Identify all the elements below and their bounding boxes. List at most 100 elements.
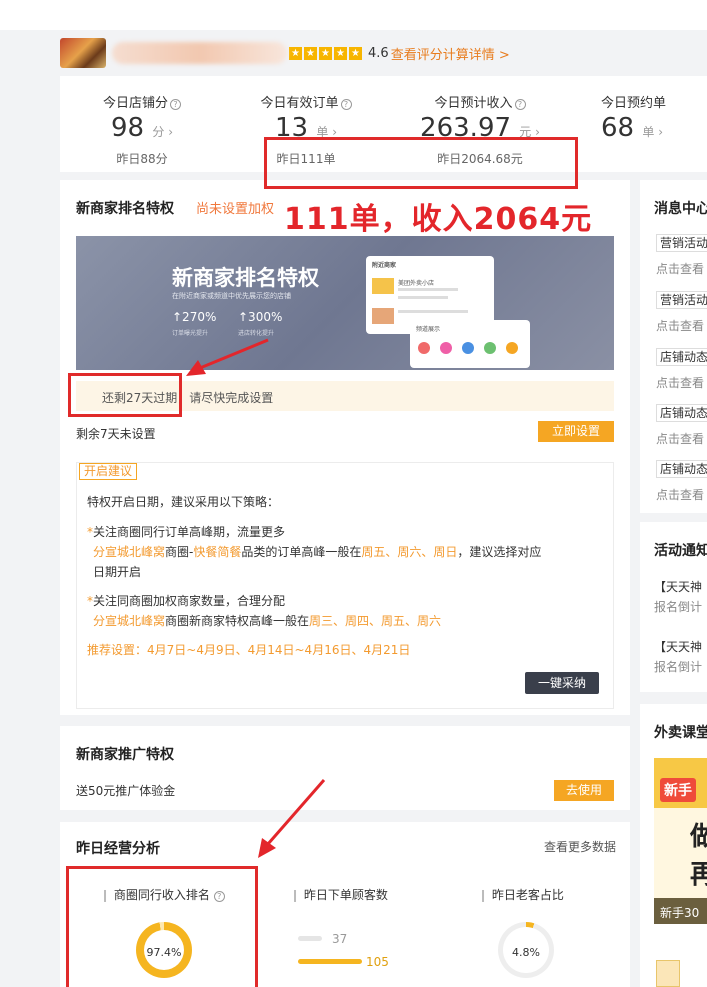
banner-title: 新商家排名特权 <box>172 266 319 290</box>
course-footer: 新手30 <box>660 906 700 920</box>
annotation-box <box>264 137 578 189</box>
use-button[interactable]: 去使用 <box>554 780 614 801</box>
channel-dot <box>418 342 430 354</box>
banner-stat: ↑270% <box>172 310 217 324</box>
message-tag[interactable]: 营销活动 <box>656 291 707 309</box>
promo-text: 送50元推广体验金 <box>76 784 176 798</box>
ranking-banner[interactable]: 新商家排名特权 在附近商家或频道中优先展示您的店铺 ↑270% 订单曝光提升 ↑… <box>76 236 614 370</box>
customers-prev-value: 37 <box>332 932 348 946</box>
course-title: 外卖课堂 <box>654 725 707 741</box>
stat-shop-score[interactable]: 今日店铺分? 98 分 › 昨日88分 <box>62 76 222 167</box>
remain-days: 剩余7天未设置 <box>76 427 156 441</box>
course-card: 外卖课堂 新手 做 再 新手30 <box>640 704 707 987</box>
banner-stat: ↑300% <box>238 310 283 324</box>
mock-image <box>372 308 394 324</box>
banner-subtitle: 在附近商家或频道中优先展示您的店铺 <box>172 292 291 300</box>
activity-countdown: 报名倒计 <box>654 600 703 614</box>
star-icon: ★ <box>334 46 347 60</box>
promo-privilege-card: 新商家推广特权 送50元推广体验金 去使用 <box>60 726 630 810</box>
stat-title: 今日有效订单 <box>260 96 339 111</box>
message-center-card: 消息中心 营销活动 点击查看 营销活动 点击查看 店铺动态 点击查看 店铺动态 … <box>640 180 707 513</box>
shop-name-redacted <box>112 42 287 64</box>
annotation-text: 111单，收入2064元 <box>284 202 593 237</box>
mock-line <box>398 310 468 313</box>
message-tag[interactable]: 店铺动态 <box>656 348 707 366</box>
score-detail-link[interactable]: 查看评分计算详情 > <box>391 44 510 63</box>
mock-header: 附近商家 <box>372 262 397 269</box>
message-tag[interactable]: 店铺动态 <box>656 404 707 422</box>
channel-dot <box>440 342 452 354</box>
help-icon[interactable]: ? <box>340 99 352 110</box>
stat-title: 今日预约单 <box>601 96 667 111</box>
help-icon[interactable]: ? <box>514 99 526 110</box>
metric-returning-title[interactable]: ❙ 昨日老客占比 <box>478 886 564 903</box>
mock-line <box>398 296 448 299</box>
metric-customers-title[interactable]: ❙ 昨日下单顾客数 <box>290 886 388 903</box>
message-tag[interactable]: 营销活动 <box>656 234 707 252</box>
stat-value: 98 <box>111 113 145 143</box>
top-bar <box>0 0 707 30</box>
mock-image <box>372 278 394 294</box>
help-icon[interactable]: ? <box>170 99 181 110</box>
channel-dot <box>506 342 518 354</box>
customers-current-value: 105 <box>366 955 389 969</box>
message-tag[interactable]: 店铺动态 <box>656 460 707 478</box>
annotation-box <box>68 373 182 417</box>
recommend-dates: 推荐设置：4月7日~4月9日、4月14日~4月16日、4月21日 <box>87 643 411 657</box>
shop-avatar[interactable] <box>60 38 106 68</box>
activity-countdown: 报名倒计 <box>654 660 703 674</box>
mock-channel: 频道展示 <box>416 326 441 333</box>
tip-2-title: *关注同商圈加权商家数量，合理分配 <box>87 594 286 608</box>
course-banner[interactable]: 新手 做 再 新手30 <box>654 758 707 924</box>
returning-value: 4.8% <box>512 946 540 959</box>
card-title: 新商家推广特权 <box>76 747 174 763</box>
stat-yesterday: 昨日88分 <box>116 152 168 166</box>
advice-intro: 特权开启日期，建议采用以下策略： <box>87 495 280 509</box>
message-view-link[interactable]: 点击查看 <box>656 317 704 334</box>
mock-shop: 美团外卖小店 <box>398 280 435 287</box>
dashboard-root: { "shop": { "score": "4.6", "score_link"… <box>0 0 707 987</box>
card-title: 昨日经营分析 <box>76 841 160 857</box>
shop-score: 4.6 <box>368 45 389 61</box>
tip-1-title: *关注商圈同行订单高峰期，流量更多 <box>87 525 286 539</box>
stat-value: 68 <box>601 113 635 143</box>
activity-item[interactable]: 【天天神 <box>654 638 702 655</box>
activity-item[interactable]: 【天天神 <box>654 578 702 595</box>
course-thumbnail[interactable] <box>656 960 680 987</box>
activity-notice-card: 活动通知 【天天神 报名倒计 【天天神 报名倒计 <box>640 522 707 692</box>
message-view-link[interactable]: 点击查看 <box>656 374 704 391</box>
star-icon: ★ <box>349 46 362 60</box>
course-big-text: 再 <box>690 860 707 890</box>
shop-header: ★ ★ ★ ★ ★ 4.6 查看评分计算详情 > <box>60 36 630 70</box>
stat-reservations[interactable]: 今日预约单 68 单 › <box>564 76 694 147</box>
ranking-privilege-card: 新商家排名特权 尚未设置加权 新商家排名特权 在附近商家或频道中优先展示您的店铺… <box>60 180 630 715</box>
stat-title: 今日预计收入 <box>434 96 513 111</box>
message-view-link[interactable]: 点击查看 <box>656 260 704 277</box>
set-now-button[interactable]: 立即设置 <box>538 421 614 442</box>
card-title: 新商家排名特权 <box>76 201 174 217</box>
message-view-link[interactable]: 点击查看 <box>656 430 704 447</box>
tip-1-detail: 分宣城北峰窝商圈-快餐简餐品类的订单高峰一般在周五、周六、周日，建议选择对应 <box>93 545 542 559</box>
star-icon: ★ <box>304 46 317 60</box>
advice-box: 开启建议 特权开启日期，建议采用以下策略： *关注商圈同行订单高峰期，流量更多 … <box>76 462 614 709</box>
stat-title: 今日店铺分 <box>102 96 168 111</box>
annotation-box <box>66 866 258 987</box>
message-view-link[interactable]: 点击查看 <box>656 486 704 503</box>
tip-1-detail-2: 日期开启 <box>93 565 142 579</box>
mock-line <box>398 288 458 291</box>
star-icon: ★ <box>319 46 332 60</box>
course-badge: 新手 <box>660 778 696 802</box>
adopt-button[interactable]: 一键采纳 <box>525 672 599 694</box>
course-big-text: 做 <box>690 822 707 852</box>
banner-stat-label: 进店转化提升 <box>238 330 275 337</box>
banner-mock-channel: 频道展示 <box>410 320 530 368</box>
activity-title: 活动通知 <box>654 543 707 559</box>
more-data-link[interactable]: 查看更多数据 <box>544 838 616 855</box>
tip-2-detail: 分宣城北峰窝商圈新商家特权高峰一般在周三、周四、周五、周六 <box>93 614 442 628</box>
channel-dot <box>462 342 474 354</box>
rating-stars: ★ ★ ★ ★ ★ <box>289 46 364 60</box>
customers-bar-current <box>298 959 362 964</box>
stat-unit: 单 <box>642 125 655 139</box>
stat-unit: 分 <box>152 125 165 139</box>
star-icon: ★ <box>289 46 302 60</box>
